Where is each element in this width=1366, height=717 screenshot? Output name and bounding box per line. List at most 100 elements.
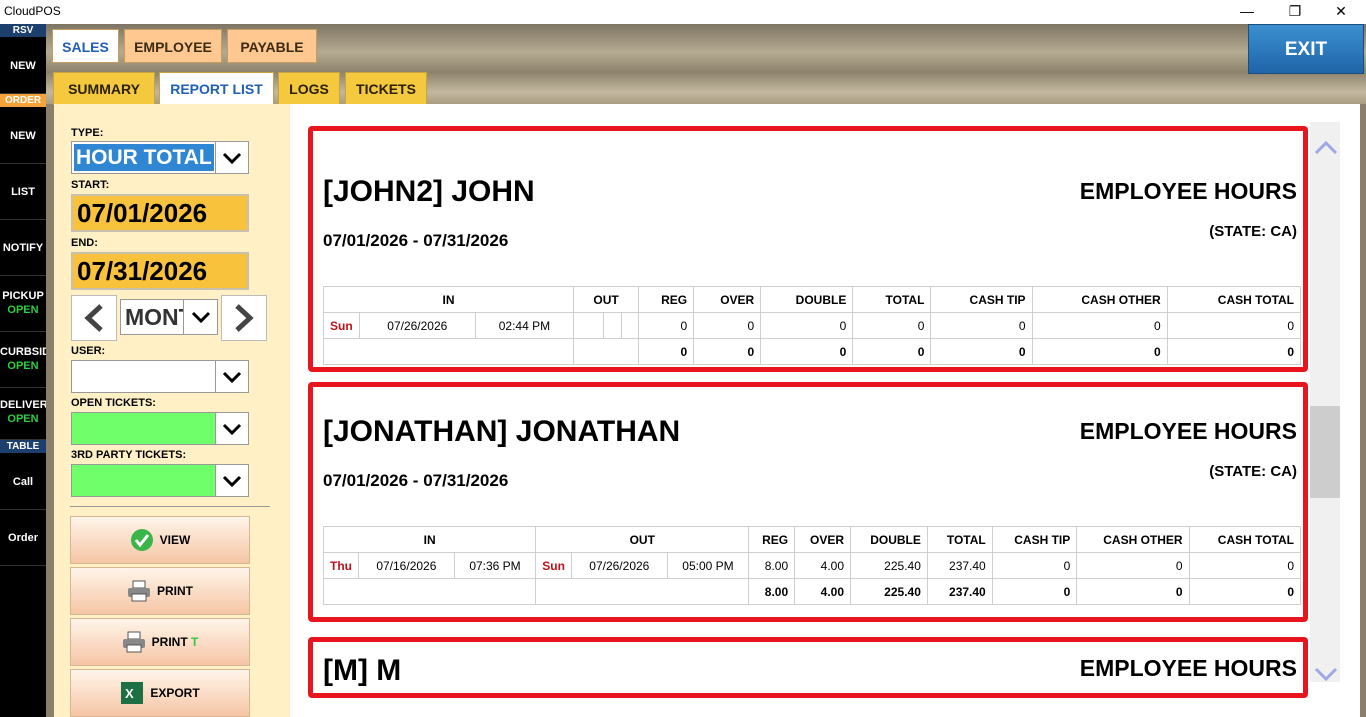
start-label: START: <box>71 179 110 191</box>
scroll-down-icon[interactable] <box>1314 666 1338 682</box>
nav-sub-status: OPEN <box>7 360 39 372</box>
out-time <box>621 312 640 339</box>
out-date <box>603 312 623 339</box>
tab-employee[interactable]: EMPLOYEE <box>124 29 222 63</box>
col-reg: REG <box>748 526 796 553</box>
in-day: Thu <box>323 552 359 579</box>
third-party-tickets-label: 3RD PARTY TICKETS: <box>71 449 187 461</box>
employee-card: [M] M EMPLOYEE HOURS <box>308 637 1308 698</box>
subtab-logs[interactable]: LOGS <box>278 72 340 105</box>
nav-call[interactable]: Call <box>0 454 46 510</box>
double-value: 0 <box>760 312 854 339</box>
third-party-tickets-select[interactable] <box>71 464 249 497</box>
type-label: TYPE: <box>71 127 104 139</box>
reg-total: 8.00 <box>748 578 796 605</box>
reg-value: 8.00 <box>748 552 796 579</box>
minimize-icon[interactable]: — <box>1224 0 1270 24</box>
in-time: 07:36 PM <box>453 552 537 579</box>
scrollbar-track[interactable] <box>1310 122 1340 682</box>
employee-card: [JOHN2] JOHN EMPLOYEE HOURS 07/01/2026 -… <box>308 126 1308 372</box>
report-period: 07/01/2026 - 07/31/2026 <box>323 471 509 490</box>
totals-blank <box>572 338 640 365</box>
subtab-tickets[interactable]: TICKETS <box>345 72 427 105</box>
nav-header-order: ORDER <box>0 94 46 107</box>
close-icon[interactable]: ✕ <box>1318 0 1364 24</box>
nav-pickup[interactable]: PICKUP OPEN <box>0 276 46 332</box>
type-select[interactable]: HOUR TOTAL <box>71 141 249 174</box>
col-out: OUT <box>572 286 640 313</box>
nav-order[interactable]: Order <box>0 510 46 566</box>
scrollbar-thumb[interactable] <box>1310 406 1340 498</box>
col-reg: REG <box>638 286 695 313</box>
nav-order-new[interactable]: NEW <box>0 108 46 164</box>
cash-total-value: 0 <box>1188 552 1302 579</box>
subtab-summary[interactable]: SUMMARY <box>53 72 155 105</box>
exit-button[interactable]: EXIT <box>1248 24 1364 74</box>
nav-delivery[interactable]: DELIVERY OPEN <box>0 388 46 440</box>
prev-period-button[interactable] <box>71 295 117 341</box>
next-period-button[interactable] <box>221 295 267 341</box>
col-in: IN <box>322 526 537 553</box>
printer-icon <box>128 580 150 602</box>
nav-label: NEW <box>10 130 36 142</box>
subtab-report-list[interactable]: REPORT LIST <box>159 72 274 105</box>
nav-curbside[interactable]: CURBSIDE OPEN <box>0 332 46 388</box>
scroll-up-icon[interactable] <box>1314 140 1338 156</box>
nav-label: PICKUP <box>2 290 44 302</box>
export-label: EXPORT <box>150 686 200 700</box>
col-cash-other: CASH OTHER <box>1076 526 1190 553</box>
nav-label: DELIVERY <box>0 399 46 411</box>
export-button[interactable]: X EXPORT <box>70 669 250 717</box>
chevron-down-icon[interactable] <box>215 142 248 173</box>
chevron-right-icon <box>235 304 254 332</box>
title-bar: CloudPOS — ❐ ✕ <box>0 0 1366 24</box>
nav-sub-status: OPEN <box>7 304 39 316</box>
table-header-row: IN OUT REG OVER DOUBLE TOTAL CASH TIP CA… <box>323 286 1302 313</box>
view-button[interactable]: VIEW <box>70 516 250 564</box>
totals-row: 8.00 4.00 225.40 237.40 0 0 0 <box>322 578 1302 605</box>
type-select-value: HOUR TOTAL <box>74 144 214 171</box>
employee-card: [JONATHAN] JONATHAN EMPLOYEE HOURS 07/01… <box>308 382 1308 622</box>
view-label: VIEW <box>159 533 191 547</box>
employee-name: [JONATHAN] JONATHAN <box>323 415 681 448</box>
chevron-down-icon[interactable] <box>215 413 248 444</box>
svg-text:X: X <box>125 686 134 701</box>
nav-header-table: TABLE <box>0 440 46 453</box>
totals-blank <box>535 578 750 605</box>
nav-order-list[interactable]: LIST <box>0 164 46 220</box>
start-date-field[interactable]: 07/01/2026 <box>71 194 249 232</box>
col-total: TOTAL <box>926 526 993 553</box>
open-tickets-select[interactable] <box>71 412 249 445</box>
col-over: OVER <box>693 286 762 313</box>
chevron-down-icon[interactable] <box>183 300 217 334</box>
in-date: 07/26/2026 <box>358 312 476 339</box>
totals-blank <box>322 578 537 605</box>
chevron-down-icon[interactable] <box>215 361 248 392</box>
col-over: OVER <box>794 526 852 553</box>
report-heading: EMPLOYEE HOURS <box>1079 418 1297 444</box>
user-select[interactable] <box>71 360 249 393</box>
period-select[interactable]: MONTH <box>120 299 218 335</box>
open-tickets-label: OPEN TICKETS: <box>71 397 156 409</box>
chevron-left-icon <box>84 304 103 332</box>
end-date-field[interactable]: 07/31/2026 <box>71 252 249 290</box>
print-t-button[interactable]: PRINT T <box>70 618 250 666</box>
over-value: 4.00 <box>794 552 852 579</box>
reg-total: 0 <box>638 338 695 365</box>
print-button[interactable]: PRINT <box>70 567 250 615</box>
total-value: 237.40 <box>926 552 993 579</box>
nav-notify[interactable]: NOTIFY <box>0 220 46 276</box>
tab-payable[interactable]: PAYABLE <box>227 29 317 63</box>
out-time: 05:00 PM <box>666 552 750 579</box>
excel-icon: X <box>121 682 144 704</box>
nav-label: NOTIFY <box>2 242 44 254</box>
double-total: 0 <box>760 338 854 365</box>
col-total: TOTAL <box>852 286 932 313</box>
restore-icon[interactable]: ❐ <box>1272 0 1318 24</box>
nav-rsv-new[interactable]: NEW <box>0 38 46 94</box>
cash-other-total: 0 <box>1031 338 1168 365</box>
tab-sales[interactable]: SALES <box>52 29 119 63</box>
state-label: (STATE: CA) <box>1209 223 1297 240</box>
chevron-down-icon[interactable] <box>215 465 248 496</box>
panel-divider <box>70 506 270 507</box>
